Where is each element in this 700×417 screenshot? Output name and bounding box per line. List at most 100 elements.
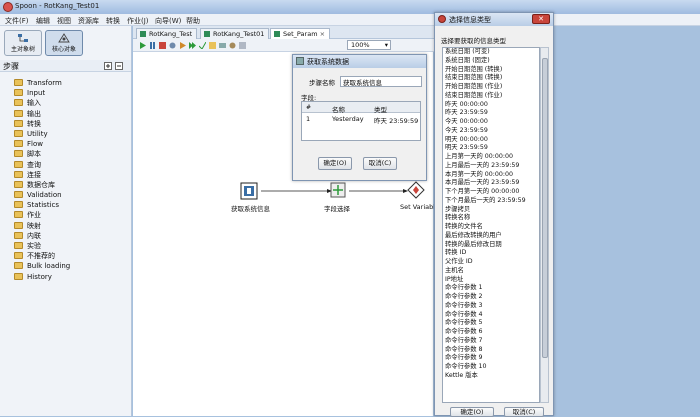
scrollbar-thumb[interactable]: [542, 58, 548, 358]
zoom-select[interactable]: 100% ▾: [347, 40, 391, 50]
list-item[interactable]: 上月最后一天的 23:59:59: [443, 162, 539, 171]
menu-file[interactable]: 文件(F): [5, 16, 29, 26]
tree-item-joins[interactable]: 连接: [14, 170, 70, 180]
list-item[interactable]: 开始日期范围 (作业): [443, 83, 539, 92]
menu-wizard[interactable]: 向导(W): [155, 16, 181, 26]
list-item[interactable]: 命令行参数 7: [443, 337, 539, 346]
list-item[interactable]: 转换名称: [443, 214, 539, 223]
list-item[interactable]: 转换 ID: [443, 249, 539, 258]
tree-item-deprecated[interactable]: 不推荐的: [14, 251, 70, 261]
menu-help[interactable]: 帮助: [186, 16, 200, 26]
replay-icon[interactable]: [189, 42, 196, 49]
core-objects-label: 核心对象: [51, 46, 76, 53]
step-name-input[interactable]: [340, 76, 422, 87]
impact-icon[interactable]: [209, 42, 216, 49]
list-item[interactable]: 上月第一天的 00:00:00: [443, 153, 539, 162]
get-system-info-step-icon[interactable]: [240, 182, 258, 200]
list-item[interactable]: IP地址: [443, 276, 539, 285]
show-results-icon[interactable]: [239, 42, 246, 49]
tab-rotkang-test[interactable]: RotKang_Test: [136, 28, 198, 39]
tree-item-validation[interactable]: Validation: [14, 190, 70, 200]
close-tab-icon[interactable]: ×: [320, 30, 325, 38]
tree-item-inline[interactable]: 内联: [14, 231, 70, 241]
close-icon[interactable]: ✕: [532, 14, 550, 24]
list-item[interactable]: 本月第一天的 00:00:00: [443, 171, 539, 180]
debug-icon[interactable]: [179, 42, 186, 49]
list-item[interactable]: 主机名: [443, 267, 539, 276]
tree-item-mapping[interactable]: 映射: [14, 221, 70, 231]
tree-item-statistics[interactable]: Statistics: [14, 200, 70, 210]
list-item[interactable]: 最后修改转换的用户: [443, 232, 539, 241]
tree-item-transform[interactable]: Transform: [14, 78, 70, 88]
list-item[interactable]: 转换的最后修改日期: [443, 241, 539, 250]
set-variables-step-icon[interactable]: [407, 181, 425, 199]
list-item[interactable]: 昨天 00:00:00: [443, 101, 539, 110]
list-item[interactable]: 下个月第一天的 00:00:00: [443, 188, 539, 197]
list-item[interactable]: 明天 23:59:59: [443, 144, 539, 153]
list-item[interactable]: 命令行参数 5: [443, 319, 539, 328]
list-item[interactable]: 系统日期 (可变): [443, 48, 539, 57]
list-item[interactable]: 系统日期 (固定): [443, 57, 539, 66]
menu-transform[interactable]: 转换: [106, 16, 120, 26]
sql-icon[interactable]: [219, 42, 226, 49]
tree-item-history[interactable]: History: [14, 272, 70, 282]
list-item[interactable]: 命令行参数 2: [443, 293, 539, 302]
list-item[interactable]: 转换的文件名: [443, 223, 539, 232]
list-item[interactable]: Kettle 版本: [443, 372, 539, 381]
list-item[interactable]: 昨天 23:59:59: [443, 109, 539, 118]
explore-db-icon[interactable]: [229, 42, 236, 49]
tree-item-input-cn[interactable]: 输入: [14, 98, 70, 108]
tab-set-param[interactable]: Set_Param ×: [270, 28, 331, 39]
menu-view[interactable]: 视图: [57, 16, 71, 26]
tree-item-utility[interactable]: Utility: [14, 129, 70, 139]
verify-icon[interactable]: [199, 42, 206, 49]
menu-job[interactable]: 作业(J): [127, 16, 149, 26]
list-item[interactable]: 结束日期范围 (作业): [443, 92, 539, 101]
select-values-step-icon[interactable]: [329, 181, 347, 199]
menu-repository[interactable]: 资源库: [78, 16, 99, 26]
tree-item-script[interactable]: 脚本: [14, 149, 70, 159]
tree-item-flow[interactable]: Flow: [14, 139, 70, 149]
collapse-all-icon[interactable]: [115, 62, 123, 70]
list-item[interactable]: 今天 23:59:59: [443, 127, 539, 136]
list-item[interactable]: 明天 00:00:00: [443, 136, 539, 145]
menu-edit[interactable]: 编辑: [36, 16, 50, 26]
stop-icon[interactable]: [159, 42, 166, 49]
list-item[interactable]: 命令行参数 4: [443, 311, 539, 320]
tree-item-input[interactable]: Input: [14, 88, 70, 98]
pause-icon[interactable]: [149, 42, 156, 49]
list-item[interactable]: 结束日期范围 (转换): [443, 74, 539, 83]
ok-button[interactable]: 确定(O): [318, 157, 352, 170]
folder-icon: [14, 221, 23, 229]
tree-item-experimental[interactable]: 实验: [14, 241, 70, 251]
run-icon[interactable]: [139, 42, 146, 49]
core-objects-button[interactable]: 核心对象: [45, 30, 83, 56]
list-item[interactable]: 开始日期范围 (转换): [443, 66, 539, 75]
tree-item-data-warehouse[interactable]: 数据仓库: [14, 180, 70, 190]
tree-item-bulk-loading[interactable]: Bulk loading: [14, 261, 70, 271]
cancel-button[interactable]: 取消(C): [363, 157, 397, 170]
list-item[interactable]: 命令行参数 8: [443, 346, 539, 355]
list-item[interactable]: 父作业 ID: [443, 258, 539, 267]
list-item[interactable]: 命令行参数 6: [443, 328, 539, 337]
expand-all-icon[interactable]: [104, 62, 112, 70]
list-item[interactable]: 命令行参数 9: [443, 354, 539, 363]
main-object-tree-button[interactable]: 主对象树: [4, 30, 42, 56]
list-item[interactable]: 命令行参数 1: [443, 284, 539, 293]
list-item[interactable]: 本月最后一天的 23:59:59: [443, 179, 539, 188]
list-item[interactable]: 今天 00:00:00: [443, 118, 539, 127]
list-item[interactable]: 步骤拷贝: [443, 206, 539, 215]
tree-item-transform-cn[interactable]: 转换: [14, 119, 70, 129]
info-type-list[interactable]: 系统日期 (可变) 系统日期 (固定) 开始日期范围 (转换) 结束日期范围 (转换)…: [442, 47, 540, 403]
info-list-scrollbar[interactable]: [540, 47, 549, 403]
list-item[interactable]: 命令行参数 3: [443, 302, 539, 311]
tree-item-job[interactable]: 作业: [14, 210, 70, 220]
tree-item-lookup[interactable]: 查询: [14, 160, 70, 170]
folder-icon: [14, 180, 23, 188]
tab-rotkang-test01[interactable]: RotKang_Test01: [200, 28, 270, 39]
preview-icon[interactable]: [169, 42, 176, 49]
table-row[interactable]: 1 Yesterday 昨天 23:59:59: [302, 114, 420, 125]
tree-item-output[interactable]: 输出: [14, 109, 70, 119]
list-item[interactable]: 命令行参数 10: [443, 363, 539, 372]
list-item[interactable]: 下个月最后一天的 23:59:59: [443, 197, 539, 206]
